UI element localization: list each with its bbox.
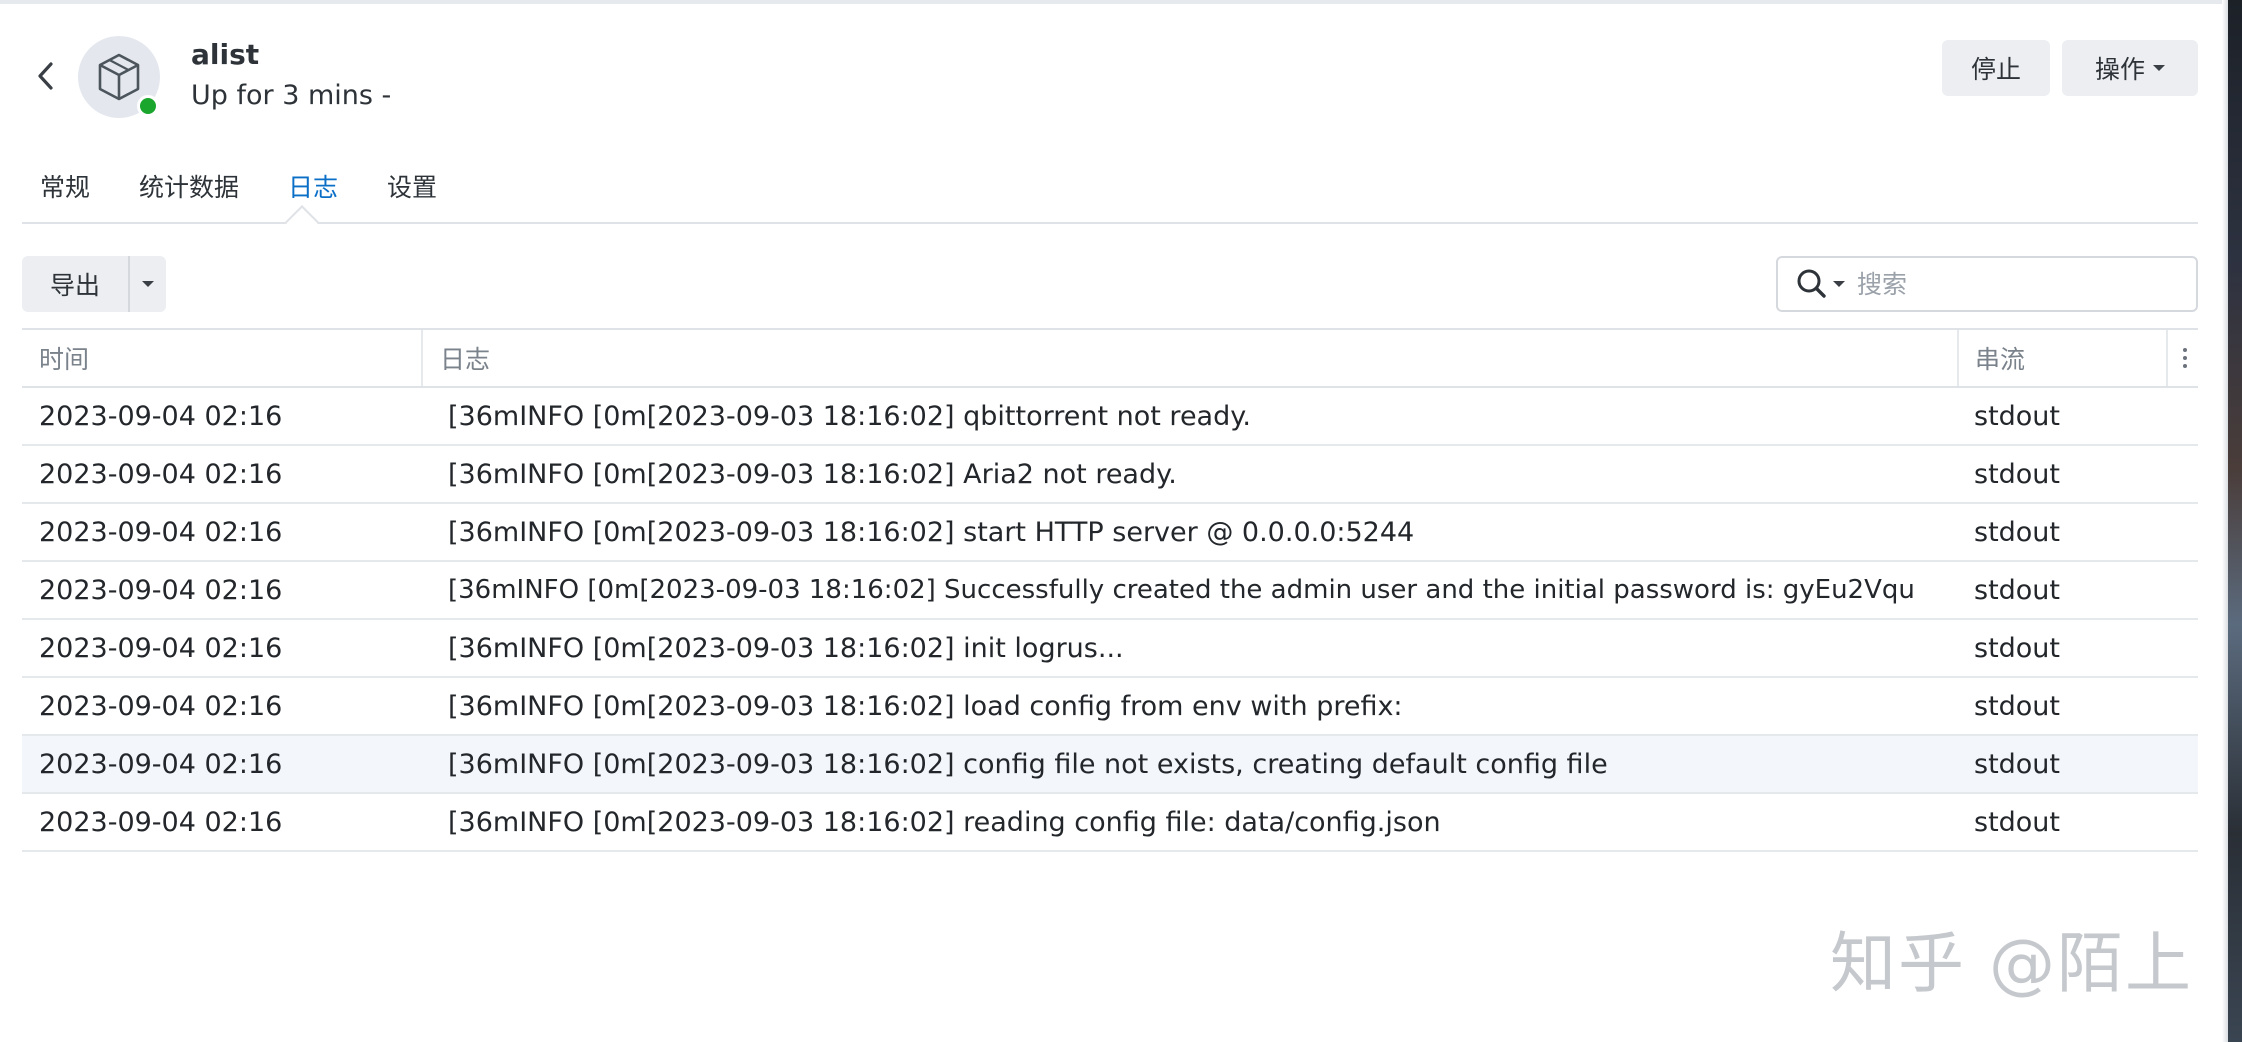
stop-button-label: 停止 (1970, 55, 2021, 84)
cell-log: [36mINFO [0m[2023-09-03 18:16:02] init l… (448, 632, 1124, 664)
top-border (0, 0, 2226, 4)
cell-time: 2023-09-04 02:16 (39, 516, 283, 548)
search-box (1776, 256, 2198, 312)
table-header: 时间 日志 串流 (22, 330, 2198, 388)
tab-statistics[interactable]: 统计数据 (139, 168, 239, 204)
cell-stream: stdout (1974, 400, 2061, 432)
actions-dropdown-button[interactable]: 操作 (2062, 40, 2198, 96)
container-uptime: Up for 3 mins - (191, 80, 392, 111)
running-status-dot (137, 95, 159, 117)
export-button-group: 导出 (22, 256, 166, 312)
table-row[interactable]: 2023-09-04 02:16 [36mINFO [0m[2023-09-03… (22, 794, 2198, 852)
cell-time: 2023-09-04 02:16 (39, 806, 283, 838)
log-table: 时间 日志 串流 2023-09-04 02:16 [36mINFO [0m[2… (22, 328, 2198, 852)
actions-button-label: 操作 (2094, 55, 2145, 84)
tab-general[interactable]: 常规 (40, 168, 90, 204)
cell-time: 2023-09-04 02:16 (39, 690, 283, 722)
watermark: 知乎 @陌上 (1830, 925, 2193, 1002)
container-name: alist (191, 38, 260, 71)
table-row[interactable]: 2023-09-04 02:16 [36mINFO [0m[2023-09-03… (22, 736, 2198, 794)
tab-divider (22, 222, 2198, 224)
tab-bar: 常规 统计数据 日志 设置 (40, 168, 486, 204)
cell-time: 2023-09-04 02:16 (39, 748, 283, 780)
table-row[interactable]: 2023-09-04 02:16 [36mINFO [0m[2023-09-03… (22, 446, 2198, 504)
caret-down-icon (1833, 281, 1845, 287)
table-row[interactable]: 2023-09-04 02:16 [36mINFO [0m[2023-09-03… (22, 388, 2198, 446)
cell-stream: stdout (1974, 748, 2061, 780)
cell-log: [36mINFO [0m[2023-09-03 18:16:02] load c… (448, 690, 1403, 722)
cell-log: [36mINFO [0m[2023-09-03 18:16:02] Aria2 … (448, 458, 1177, 490)
cell-time: 2023-09-04 02:16 (39, 400, 283, 432)
back-button[interactable] (30, 58, 62, 94)
active-tab-indicator (285, 205, 319, 239)
cell-log: [36mINFO [0m[2023-09-03 18:16:02] qbitto… (448, 400, 1251, 432)
table-row[interactable]: 2023-09-04 02:16 [36mINFO [0m[2023-09-03… (22, 678, 2198, 736)
cell-stream: stdout (1974, 458, 2061, 490)
cell-time: 2023-09-04 02:16 (39, 632, 283, 664)
column-resizer[interactable] (2166, 330, 2168, 386)
cell-log: [36mINFO [0m[2023-09-03 18:16:02] Succes… (448, 575, 1915, 605)
export-dropdown-toggle[interactable] (130, 256, 166, 312)
search-input[interactable] (1857, 269, 2157, 299)
cell-stream: stdout (1974, 690, 2061, 722)
chevron-left-icon (38, 62, 53, 90)
cell-time: 2023-09-04 02:16 (39, 574, 283, 606)
package-box-icon (98, 53, 140, 101)
vertical-ellipsis-icon (2183, 348, 2187, 352)
stop-button[interactable]: 停止 (1942, 40, 2050, 96)
desktop-edge (2228, 0, 2242, 1042)
column-header-log[interactable]: 日志 (440, 330, 490, 386)
cell-time: 2023-09-04 02:16 (39, 458, 283, 490)
column-resizer[interactable] (1957, 330, 1959, 386)
search-options-trigger[interactable] (1796, 268, 1845, 300)
tab-log[interactable]: 日志 (288, 168, 338, 204)
search-icon (1797, 269, 1826, 298)
column-header-time[interactable]: 时间 (39, 330, 89, 386)
table-row[interactable]: 2023-09-04 02:16 [36mINFO [0m[2023-09-03… (22, 562, 2198, 620)
table-row[interactable]: 2023-09-04 02:16 [36mINFO [0m[2023-09-03… (22, 504, 2198, 562)
cell-stream: stdout (1974, 806, 2061, 838)
cell-stream: stdout (1974, 516, 2061, 548)
cell-log: [36mINFO [0m[2023-09-03 18:16:02] start … (448, 516, 1415, 548)
export-button-label: 导出 (49, 271, 100, 300)
caret-down-icon (2153, 65, 2165, 71)
cell-log: [36mINFO [0m[2023-09-03 18:16:02] config… (448, 748, 1608, 780)
cell-stream: stdout (1974, 574, 2061, 606)
cell-stream: stdout (1974, 632, 2061, 664)
tab-settings[interactable]: 设置 (387, 168, 437, 204)
column-resizer[interactable] (421, 330, 423, 386)
cell-log: [36mINFO [0m[2023-09-03 18:16:02] readin… (448, 806, 1441, 838)
caret-down-icon (142, 281, 154, 287)
export-button[interactable]: 导出 (22, 256, 130, 312)
column-header-stream[interactable]: 串流 (1975, 330, 2025, 386)
table-row[interactable]: 2023-09-04 02:16 [36mINFO [0m[2023-09-03… (22, 620, 2198, 678)
column-options-button[interactable] (2172, 330, 2198, 386)
